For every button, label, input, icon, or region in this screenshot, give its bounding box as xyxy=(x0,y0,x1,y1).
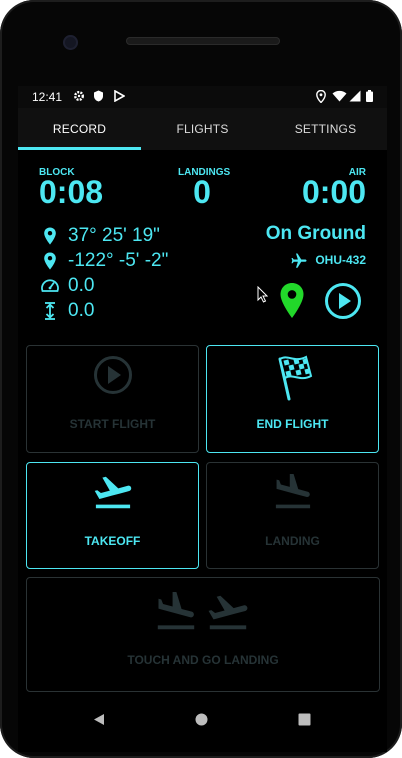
settings-notification-icon xyxy=(74,91,84,101)
altitude-icon xyxy=(45,302,55,320)
takeoff-button[interactable]: TAKEOFF xyxy=(26,462,199,569)
gps-location-button[interactable] xyxy=(279,282,305,319)
status-bar: 12:41 xyxy=(18,86,387,108)
latitude-value: 37° 25' 19" xyxy=(68,225,160,246)
landing-button[interactable]: LANDING xyxy=(206,462,379,569)
longitude-value: -122° -5' -2" xyxy=(68,250,169,271)
battery-icon xyxy=(366,90,373,102)
aircraft-registration: OHU-432 xyxy=(315,253,366,267)
flight-state: On Ground xyxy=(265,223,366,244)
end-flight-label: END FLIGHT xyxy=(256,417,329,431)
tab-bar: RECORD FLIGHTS SETTINGS xyxy=(18,108,387,150)
cell-signal-icon xyxy=(349,90,361,102)
start-flight-button[interactable]: START FLIGHT xyxy=(26,345,199,453)
phone-frame: 12:41 RECORD FLIGHTS SETTINGS BLOCK 0:08… xyxy=(0,0,402,758)
location-pin-icon xyxy=(44,227,56,245)
airplane-icon xyxy=(291,253,307,268)
play-store-notification-icon xyxy=(114,90,125,102)
location-pin-icon xyxy=(44,252,56,270)
takeoff-label: TAKEOFF xyxy=(84,534,141,548)
landing-icon xyxy=(275,474,311,509)
tab-flights[interactable]: FLIGHTS xyxy=(141,108,264,150)
back-icon[interactable] xyxy=(93,713,105,726)
speed-value: 0.0 xyxy=(68,275,95,296)
speedometer-icon xyxy=(41,279,59,292)
landings-count: 0 xyxy=(193,174,211,210)
play-tracking-button[interactable] xyxy=(324,282,362,320)
play-circle-icon xyxy=(94,356,132,394)
start-flight-label: START FLIGHT xyxy=(69,417,156,431)
touch-and-go-label: TOUCH AND GO LANDING xyxy=(127,653,279,667)
tab-settings[interactable]: SETTINGS xyxy=(264,108,387,150)
touch-and-go-button[interactable]: TOUCH AND GO LANDING xyxy=(26,577,380,692)
shield-notification-icon xyxy=(94,90,103,102)
aircraft-row: OHU-432 xyxy=(290,252,366,270)
takeoff-icon xyxy=(94,476,132,509)
status-time: 12:41 xyxy=(32,90,63,104)
checkered-flag-icon xyxy=(278,355,313,401)
location-status-icon xyxy=(316,90,326,103)
landing-label: LANDING xyxy=(265,534,320,548)
tab-active-indicator xyxy=(18,147,141,150)
earpiece-speaker xyxy=(126,37,280,45)
app-screen: 12:41 RECORD FLIGHTS SETTINGS BLOCK 0:08… xyxy=(18,86,387,752)
wifi-icon xyxy=(332,90,347,102)
home-icon[interactable] xyxy=(195,713,208,726)
altitude-value: 0.0 xyxy=(68,300,95,321)
mouse-cursor-icon xyxy=(257,286,268,303)
block-time: 0:08 xyxy=(39,174,104,210)
air-time: 0:00 xyxy=(301,174,366,210)
front-camera xyxy=(63,35,78,50)
recents-icon[interactable] xyxy=(298,713,311,726)
landing-icon xyxy=(157,592,195,630)
tab-record[interactable]: RECORD xyxy=(18,108,141,150)
takeoff-icon xyxy=(208,595,248,630)
system-navigation-bar xyxy=(18,700,387,752)
end-flight-button[interactable]: END FLIGHT xyxy=(206,345,379,453)
